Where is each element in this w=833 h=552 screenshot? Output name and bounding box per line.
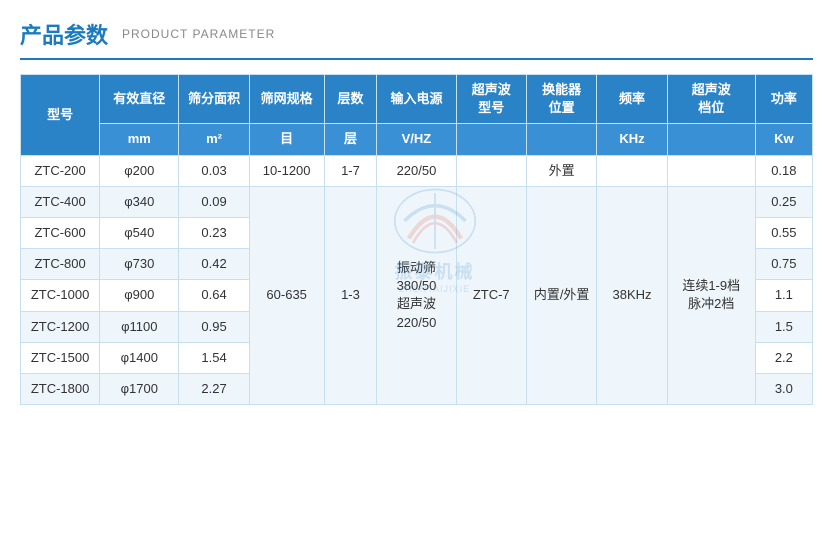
cell-power-merged: 振动筛 380/50 超声波 220/50: [377, 186, 456, 404]
col-header-model: 型号: [21, 75, 100, 156]
cell-mesh-merged: 60-635: [249, 186, 324, 404]
cell-area: 0.09: [179, 186, 249, 217]
table-row: ZTC-400φ3400.0960-6351-3振动筛 380/50 超声波 2…: [21, 186, 813, 217]
cell-area: 1.54: [179, 342, 249, 373]
col-subheader-conv: [526, 124, 596, 155]
col-header-power-input: 输入电源: [377, 75, 456, 124]
cell-diam: φ900: [100, 280, 179, 311]
cell-diam: φ340: [100, 186, 179, 217]
page-title-cn: 产品参数: [20, 18, 108, 50]
cell-diam: φ200: [100, 155, 179, 186]
col-subheader-diam: mm: [100, 124, 179, 155]
cell-area: 0.42: [179, 249, 249, 280]
cell-utype: [456, 155, 526, 186]
cell-diam: φ540: [100, 217, 179, 248]
col-subheader-freq: KHz: [597, 124, 667, 155]
cell-gear: [667, 155, 755, 186]
cell-gear-merged: 连续1-9档 脉冲2档: [667, 186, 755, 404]
col-subheader-layer: 层: [324, 124, 377, 155]
cell-area: 0.03: [179, 155, 249, 186]
cell-watt: 1.1: [755, 280, 812, 311]
page-header: 产品参数 PRODUCT PARAMETER: [20, 18, 813, 60]
cell-diam: φ1700: [100, 373, 179, 404]
cell-model: ZTC-200: [21, 155, 100, 186]
col-header-watt: 功率: [755, 75, 812, 124]
cell-freq-merged: 38KHz: [597, 186, 667, 404]
cell-model: ZTC-400: [21, 186, 100, 217]
col-subheader-utype: [456, 124, 526, 155]
cell-diam: φ730: [100, 249, 179, 280]
cell-utype-merged: ZTC-7: [456, 186, 526, 404]
col-header-gear: 超声波档位: [667, 75, 755, 124]
product-table: 型号 有效直径 筛分面积 筛网规格 层数 输入电源 超声波型号 换能器位置 频率…: [20, 74, 813, 405]
col-header-ultrasonic-type: 超声波型号: [456, 75, 526, 124]
cell-watt: 0.25: [755, 186, 812, 217]
cell-layer: 1-7: [324, 155, 377, 186]
cell-diam: φ1100: [100, 311, 179, 342]
cell-converter: 外置: [526, 155, 596, 186]
cell-area: 0.64: [179, 280, 249, 311]
page-title-en: PRODUCT PARAMETER: [122, 27, 275, 41]
cell-area: 0.23: [179, 217, 249, 248]
cell-model: ZTC-1000: [21, 280, 100, 311]
cell-area: 0.95: [179, 311, 249, 342]
cell-watt: 0.75: [755, 249, 812, 280]
col-subheader-power: V/HZ: [377, 124, 456, 155]
cell-power: 220/50: [377, 155, 456, 186]
cell-layer-merged: 1-3: [324, 186, 377, 404]
cell-model: ZTC-800: [21, 249, 100, 280]
cell-area: 2.27: [179, 373, 249, 404]
cell-model: ZTC-1200: [21, 311, 100, 342]
col-header-diam: 有效直径: [100, 75, 179, 124]
table-row: ZTC-200φ2000.0310-12001-7220/50 外置 0.18: [21, 155, 813, 186]
cell-model: ZTC-1800: [21, 373, 100, 404]
col-header-area: 筛分面积: [179, 75, 249, 124]
cell-watt: 3.0: [755, 373, 812, 404]
cell-watt: 0.55: [755, 217, 812, 248]
table-wrapper: 振泰机械 ZHENTAIJIXIE 型号 有效直径 筛分面积 筛网规格 层数 输…: [20, 74, 813, 405]
col-header-mesh: 筛网规格: [249, 75, 324, 124]
cell-diam: φ1400: [100, 342, 179, 373]
cell-converter-merged: 内置/外置: [526, 186, 596, 404]
col-subheader-mesh: 目: [249, 124, 324, 155]
cell-model: ZTC-600: [21, 217, 100, 248]
col-header-freq: 频率: [597, 75, 667, 124]
col-subheader-area: m²: [179, 124, 249, 155]
col-subheader-watt: Kw: [755, 124, 812, 155]
cell-watt: 2.2: [755, 342, 812, 373]
cell-freq: [597, 155, 667, 186]
cell-mesh: 10-1200: [249, 155, 324, 186]
col-header-converter: 换能器位置: [526, 75, 596, 124]
col-subheader-gear: [667, 124, 755, 155]
cell-model: ZTC-1500: [21, 342, 100, 373]
col-header-layer: 层数: [324, 75, 377, 124]
cell-watt: 1.5: [755, 311, 812, 342]
cell-watt: 0.18: [755, 155, 812, 186]
